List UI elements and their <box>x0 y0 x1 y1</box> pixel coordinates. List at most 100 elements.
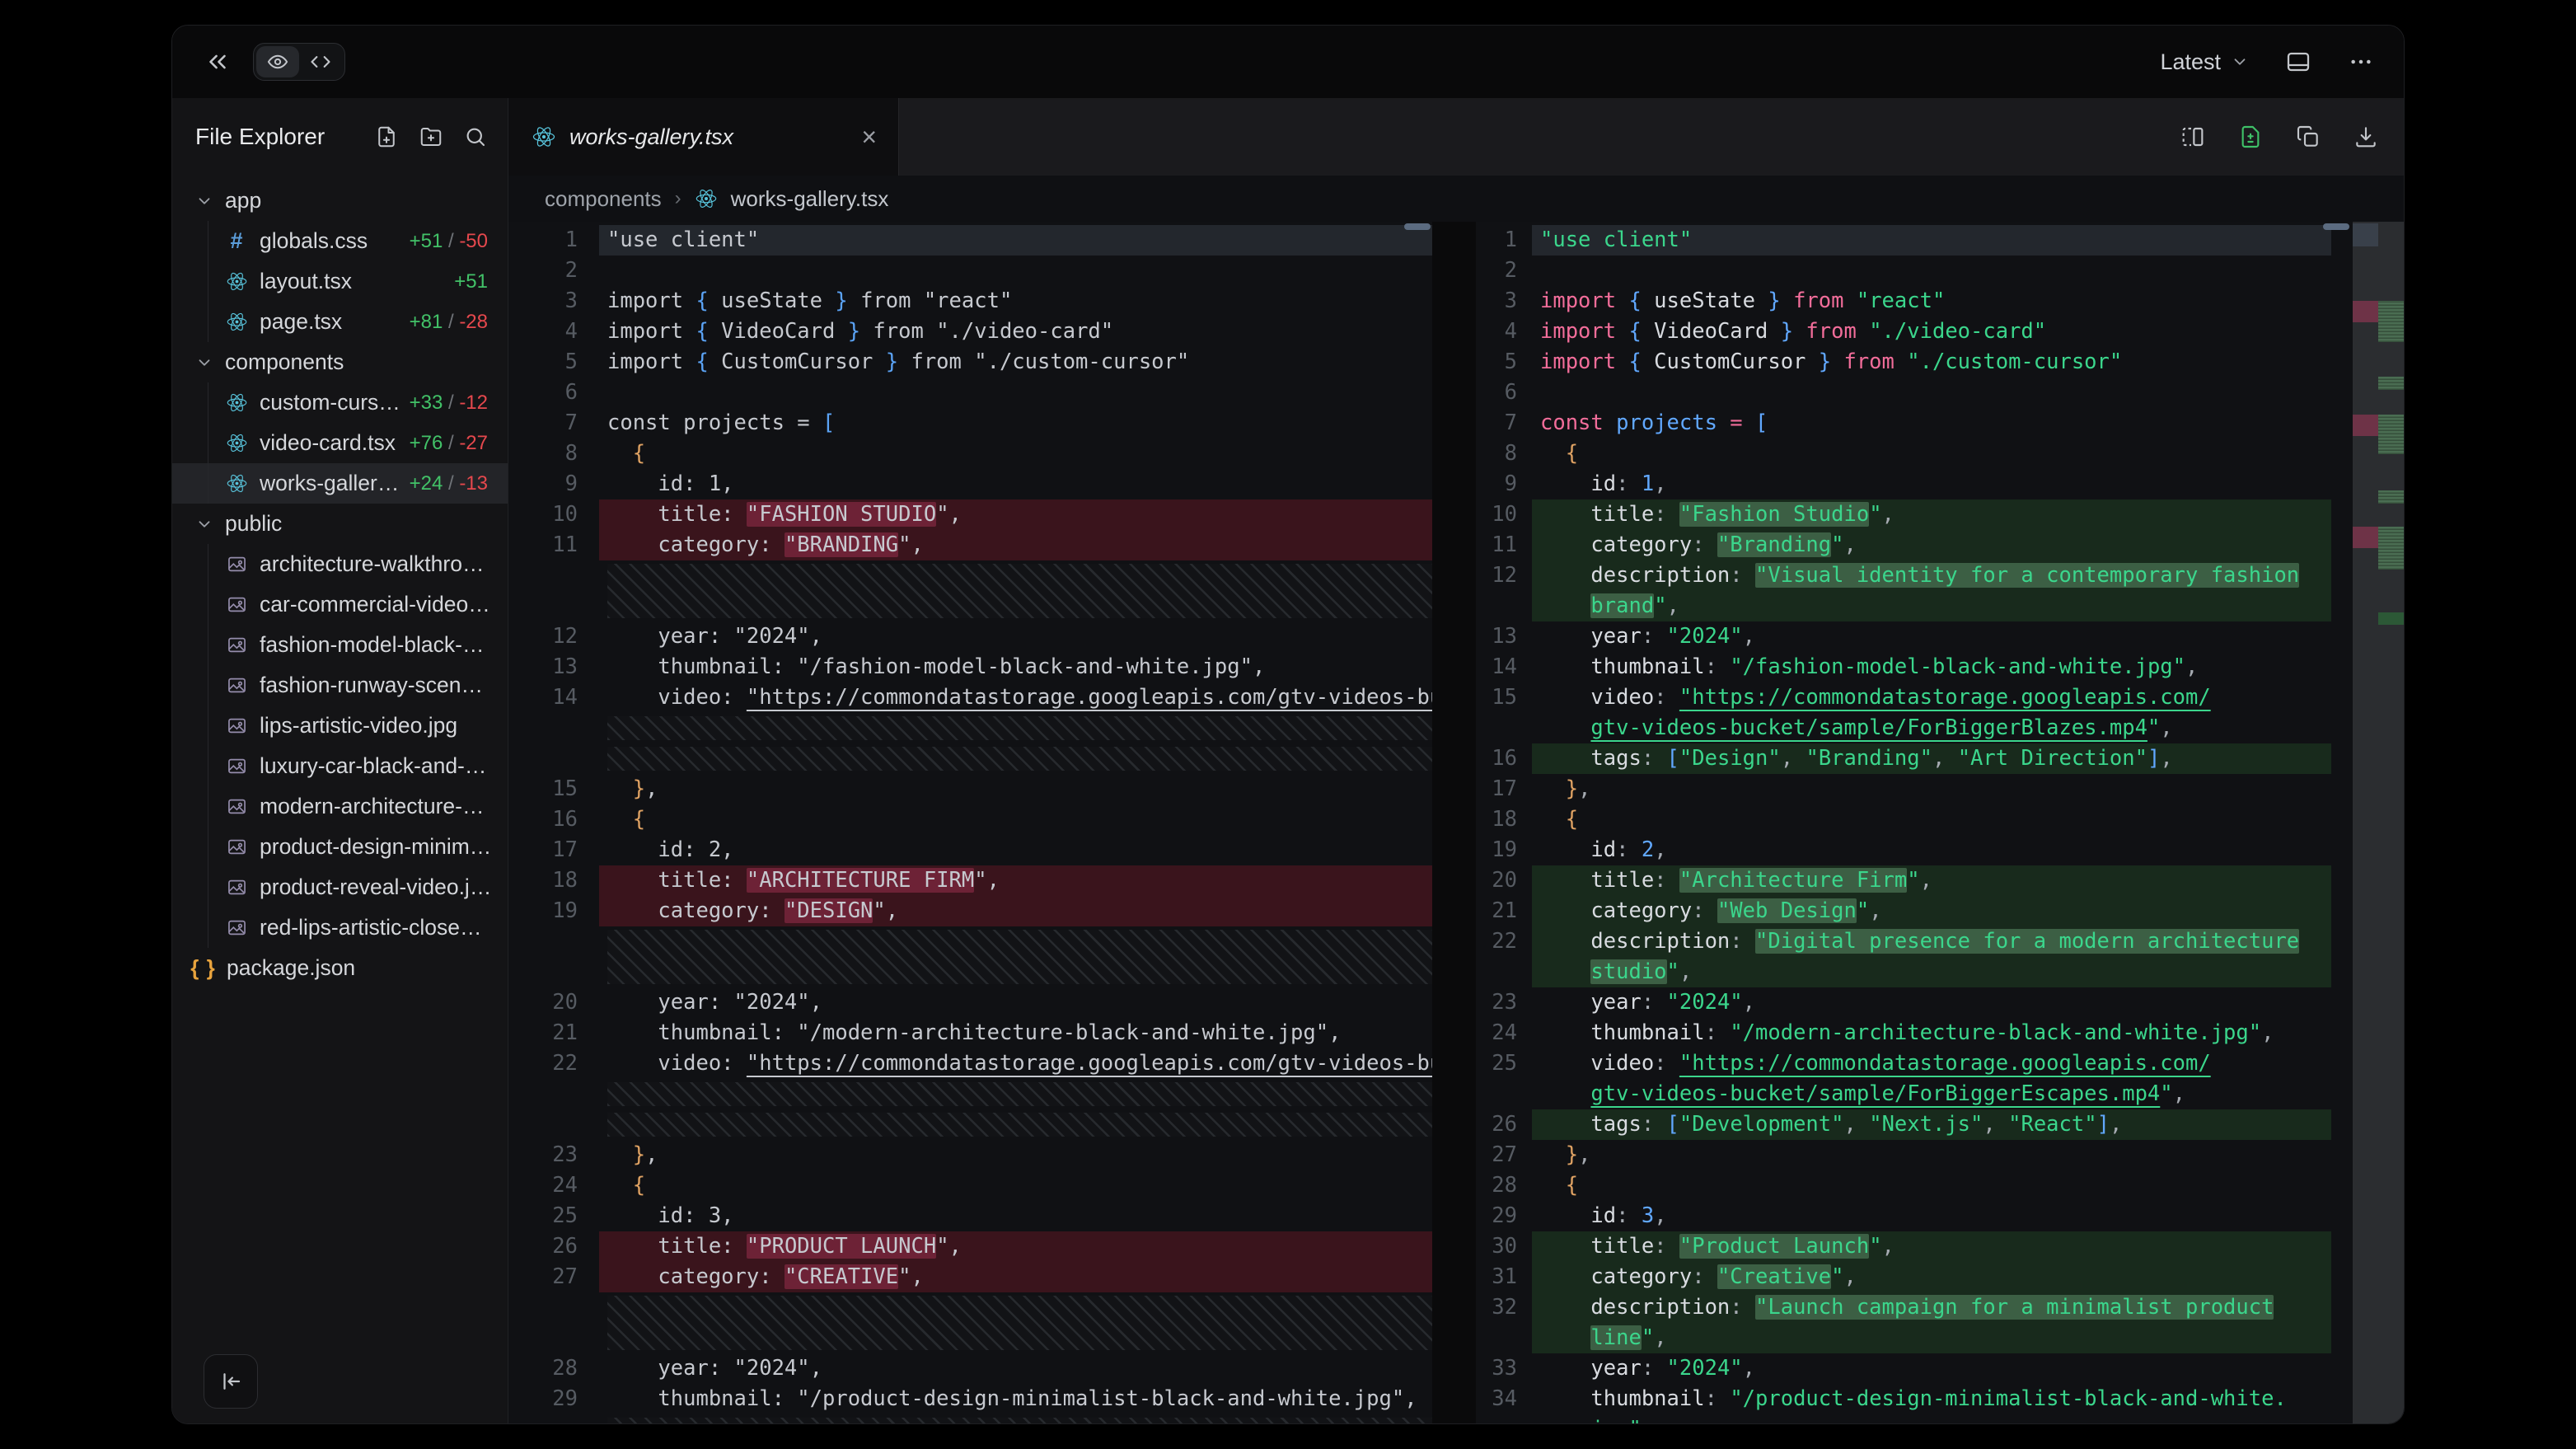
copy-icon[interactable] <box>2295 124 2321 150</box>
modified-line-14[interactable]: 14 thumbnail: "/fashion-model-black-and-… <box>1476 652 2331 682</box>
download-icon[interactable] <box>2353 124 2379 150</box>
diff-file-icon[interactable] <box>2237 124 2264 150</box>
new-file-icon[interactable] <box>374 124 399 149</box>
original-line-20[interactable]: 20 year: "2024", <box>508 987 1432 1018</box>
original-line-6[interactable]: 6 <box>508 377 1432 408</box>
sidebar-item-layout.tsx[interactable]: layout.tsx+51 <box>172 261 508 302</box>
more-options-icon[interactable] <box>2348 49 2374 75</box>
modified-line-34[interactable]: 34 thumbnail: "/product-design-minimalis… <box>1476 1384 2331 1414</box>
original-line-15[interactable]: 15 }, <box>508 774 1432 804</box>
diff-pane-modified[interactable]: 1"use client"23import { useState } from … <box>1476 222 2404 1423</box>
original-line-19[interactable]: 19 category: "DESIGN", <box>508 896 1432 926</box>
collapse-sidebar-button[interactable] <box>204 1354 258 1409</box>
modified-line-26[interactable]: 26 tags: ["Development", "Next.js", "Rea… <box>1476 1109 2331 1140</box>
code-toggle-button[interactable] <box>299 46 342 77</box>
original-line-22[interactable]: 22 video: "https://commondatastorage.goo… <box>508 1048 1432 1079</box>
original-line-1[interactable]: 1"use client" <box>508 225 1432 256</box>
modified-line-30[interactable]: 30 title: "Product Launch", <box>1476 1231 2331 1262</box>
original-line-23[interactable]: 23 }, <box>508 1140 1432 1170</box>
modified-line-23[interactable]: 23 year: "2024", <box>1476 987 2331 1018</box>
modified-line-12[interactable]: 12 description: "Visual identity for a c… <box>1476 560 2331 591</box>
version-selector[interactable]: Latest <box>2160 49 2249 75</box>
sidebar-item-luxury-car-black-and-[interactable]: luxury-car-black-and-… <box>172 746 508 786</box>
sidebar-item-package.json[interactable]: { }package.json <box>172 948 508 988</box>
original-line-16[interactable]: 16 { <box>508 804 1432 835</box>
modified-line-3[interactable]: 3import { useState } from "react" <box>1476 286 2331 317</box>
modified-line-5[interactable]: 5import { CustomCursor } from "./custom-… <box>1476 347 2331 377</box>
panel-bottom-icon[interactable] <box>2285 49 2311 75</box>
sidebar-item-globals.css[interactable]: #globals.css+51 / -50 <box>172 221 508 261</box>
modified-line-9[interactable]: 9 id: 1, <box>1476 469 2331 499</box>
modified-line-33[interactable]: 33 year: "2024", <box>1476 1353 2331 1384</box>
modified-line-wrap[interactable]: gtv-videos-bucket/sample/ForBiggerEscape… <box>1476 1079 2331 1109</box>
sidebar-folder-public[interactable]: public <box>172 504 508 544</box>
modified-line-17[interactable]: 17 }, <box>1476 774 2331 804</box>
sidebar-item-fashion-model-black-[interactable]: fashion-model-black-… <box>172 625 508 665</box>
modified-line-32[interactable]: 32 description: "Launch campaign for a m… <box>1476 1292 2331 1323</box>
sidebar-item-custom-curs-[interactable]: custom-curs…+33 / -12 <box>172 382 508 423</box>
modified-line-4[interactable]: 4import { VideoCard } from "./video-card… <box>1476 317 2331 347</box>
modified-line-13[interactable]: 13 year: "2024", <box>1476 621 2331 652</box>
original-line-13[interactable]: 13 thumbnail: "/fashion-model-black-and-… <box>508 652 1432 682</box>
sidebar-item-works-galler-[interactable]: works-galler…+24 / -13 <box>172 463 508 504</box>
modified-line-11[interactable]: 11 category: "Branding", <box>1476 530 2331 560</box>
horizontal-scrollbar[interactable] <box>2323 223 2349 230</box>
sidebar-item-red-lips-artistic-close-[interactable]: red-lips-artistic-close… <box>172 907 508 948</box>
original-line-27[interactable]: 27 category: "CREATIVE", <box>508 1262 1432 1292</box>
modified-line-27[interactable]: 27 }, <box>1476 1140 2331 1170</box>
original-line-2[interactable]: 2 <box>508 256 1432 286</box>
close-tab-icon[interactable]: × <box>861 124 877 150</box>
modified-line-22[interactable]: 22 description: "Digital presence for a … <box>1476 926 2331 957</box>
modified-line-28[interactable]: 28 { <box>1476 1170 2331 1201</box>
search-icon[interactable] <box>463 124 488 149</box>
modified-line-2[interactable]: 2 <box>1476 256 2331 286</box>
modified-line-wrap[interactable]: gtv-videos-bucket/sample/ForBiggerBlazes… <box>1476 713 2331 743</box>
modified-line-wrap[interactable]: jpg", <box>1476 1414 2331 1423</box>
original-line-3[interactable]: 3import { useState } from "react" <box>508 286 1432 317</box>
original-line-29[interactable]: 29 thumbnail: "/product-design-minimalis… <box>508 1384 1432 1414</box>
original-line-18[interactable]: 18 title: "ARCHITECTURE FIRM", <box>508 865 1432 896</box>
split-editor-icon[interactable] <box>2180 124 2206 150</box>
breadcrumb-folder[interactable]: components <box>545 186 662 212</box>
modified-line-29[interactable]: 29 id: 3, <box>1476 1201 2331 1231</box>
sidebar-item-car-commercial-video-[interactable]: car-commercial-video… <box>172 584 508 625</box>
collapse-panel-icon[interactable] <box>204 48 232 76</box>
sidebar-item-architecture-walkthro-[interactable]: architecture-walkthro… <box>172 544 508 584</box>
sidebar-item-lips-artistic-video.jpg[interactable]: lips-artistic-video.jpg <box>172 706 508 746</box>
modified-line-24[interactable]: 24 thumbnail: "/modern-architecture-blac… <box>1476 1018 2331 1048</box>
diff-overview-minimap[interactable] <box>2353 222 2404 1423</box>
original-line-28[interactable]: 28 year: "2024", <box>508 1353 1432 1384</box>
original-line-11[interactable]: 11 category: "BRANDING", <box>508 530 1432 560</box>
sidebar-folder-components[interactable]: components <box>172 342 508 382</box>
sidebar-item-page.tsx[interactable]: page.tsx+81 / -28 <box>172 302 508 342</box>
modified-line-15[interactable]: 15 video: "https://commondatastorage.goo… <box>1476 682 2331 713</box>
original-line-24[interactable]: 24 { <box>508 1170 1432 1201</box>
preview-toggle-button[interactable] <box>256 46 299 77</box>
modified-line-25[interactable]: 25 video: "https://commondatastorage.goo… <box>1476 1048 2331 1079</box>
original-line-25[interactable]: 25 id: 3, <box>508 1201 1432 1231</box>
original-line-21[interactable]: 21 thumbnail: "/modern-architecture-blac… <box>508 1018 1432 1048</box>
original-line-17[interactable]: 17 id: 2, <box>508 835 1432 865</box>
modified-line-10[interactable]: 10 title: "Fashion Studio", <box>1476 499 2331 530</box>
tab-works-gallery[interactable]: works-gallery.tsx × <box>508 98 899 176</box>
modified-line-1[interactable]: 1"use client" <box>1476 225 2331 256</box>
original-line-12[interactable]: 12 year: "2024", <box>508 621 1432 652</box>
modified-line-wrap[interactable]: line", <box>1476 1323 2331 1353</box>
modified-line-wrap[interactable]: studio", <box>1476 957 2331 987</box>
sidebar-item-video-card.tsx[interactable]: video-card.tsx+76 / -27 <box>172 423 508 463</box>
original-line-8[interactable]: 8 { <box>508 438 1432 469</box>
modified-line-16[interactable]: 16 tags: ["Design", "Branding", "Art Dir… <box>1476 743 2331 774</box>
modified-line-31[interactable]: 31 category: "Creative", <box>1476 1262 2331 1292</box>
diff-pane-original[interactable]: 1"use client"23import { useState } from … <box>508 222 1432 1423</box>
original-line-4[interactable]: 4import { VideoCard } from "./video-card… <box>508 317 1432 347</box>
original-line-5[interactable]: 5import { CustomCursor } from "./custom-… <box>508 347 1432 377</box>
new-folder-icon[interactable] <box>419 124 443 149</box>
sidebar-item-product-reveal-video.j-[interactable]: product-reveal-video.j… <box>172 867 508 907</box>
original-line-9[interactable]: 9 id: 1, <box>508 469 1432 499</box>
modified-line-8[interactable]: 8 { <box>1476 438 2331 469</box>
horizontal-scrollbar[interactable] <box>1404 223 1431 230</box>
breadcrumb-file[interactable]: works-gallery.tsx <box>731 186 889 212</box>
original-line-7[interactable]: 7const projects = [ <box>508 408 1432 438</box>
sidebar-folder-app[interactable]: app <box>172 181 508 221</box>
modified-line-20[interactable]: 20 title: "Architecture Firm", <box>1476 865 2331 896</box>
